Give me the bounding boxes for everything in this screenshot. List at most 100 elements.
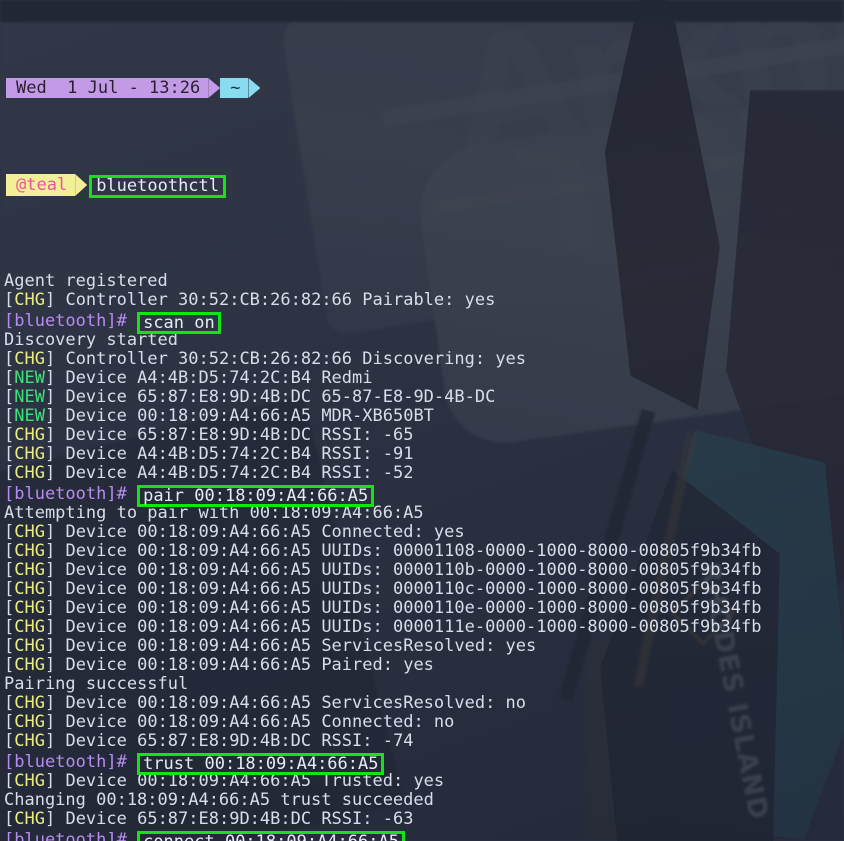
output-line: Attempting to pair with 00:18:09:A4:66:A…: [4, 504, 844, 523]
bracket-close: ]: [44, 368, 66, 388]
output-line-new: [NEW] Device A4:4B:D5:74:2C:B4 Redmi: [4, 369, 844, 388]
event-tag: CHG: [14, 444, 45, 464]
prompt-path-arrow-icon: [248, 78, 261, 98]
event-tag: CHG: [14, 693, 45, 713]
bracket-close: ]: [44, 731, 66, 751]
event-tag: CHG: [14, 522, 45, 542]
bracket-close: ]: [44, 463, 66, 483]
highlighted-command[interactable]: trust 00:18:09:A4:66:A5: [137, 753, 385, 775]
output-line-chg: [CHG] Device 00:18:09:A4:66:A5 UUIDs: 00…: [4, 542, 844, 561]
terminal-content[interactable]: Wed 1 Jul - 13:26 ~ @teal bluetoothctl A…: [0, 0, 844, 841]
prompt-user-arrow-icon: [75, 174, 88, 196]
prompt-datetime-segment: Wed 1 Jul - 13:26: [6, 78, 209, 98]
output-line-chg: [CHG] Controller 30:52:CB:26:82:66 Paira…: [4, 291, 844, 310]
bracket-close: ]: [44, 617, 66, 637]
terminal-output: Agent registered [CHG] Controller 30:52:C…: [4, 272, 844, 841]
prompt-path-segment: ~: [220, 78, 249, 98]
bluetoothctl-prompt: [bluetooth]#: [4, 752, 127, 772]
bracket-open: [: [4, 560, 15, 580]
output-text: Pairing successful: [4, 674, 189, 694]
output-text: Device 65:87:E8:9D:4B:DC RSSI: -74: [65, 731, 414, 751]
bracket-open: [: [4, 425, 15, 445]
event-tag: CHG: [14, 655, 45, 675]
command-text: scan on: [143, 313, 215, 333]
event-tag: CHG: [14, 809, 45, 829]
output-line-chg: [CHG] Device 00:18:09:A4:66:A5 UUIDs: 00…: [4, 580, 844, 599]
bracket-open: [: [4, 406, 15, 426]
command-line: [bluetooth]# connect 00:18:09:A4:66:A5: [4, 829, 844, 841]
output-text: Controller 30:52:CB:26:82:66 Pairable: y…: [65, 290, 496, 310]
bracket-close: ]: [44, 425, 66, 445]
command-text: connect 00:18:09:A4:66:A5: [143, 832, 399, 841]
bracket-open: [: [4, 463, 15, 483]
output-line-chg: [CHG] Device 00:18:09:A4:66:A5 Connected…: [4, 523, 844, 542]
event-tag: CHG: [14, 712, 45, 732]
event-tag: CHG: [14, 598, 45, 618]
event-tag: CHG: [14, 541, 45, 561]
powerline-prompt-row-1: Wed 1 Jul - 13:26 ~: [6, 78, 844, 98]
bracket-open: [: [4, 290, 15, 310]
event-tag: NEW: [14, 406, 45, 426]
command-text: bluetoothctl: [96, 175, 220, 196]
output-line-chg: [CHG] Device 00:18:09:A4:66:A5 ServicesR…: [4, 637, 844, 656]
output-text: Device A4:4B:D5:74:2C:B4 Redmi: [65, 368, 373, 388]
command-line: [bluetooth]# trust 00:18:09:A4:66:A5: [4, 751, 844, 775]
event-tag: CHG: [14, 560, 45, 580]
output-text: Changing 00:18:09:A4:66:A5 trust succeed…: [4, 790, 434, 810]
output-text: Device 65:87:E8:9D:4B:DC RSSI: -65: [65, 425, 414, 445]
bracket-open: [: [4, 712, 15, 732]
output-line-new: [NEW] Device 65:87:E8:9D:4B:DC 65-87-E8-…: [4, 388, 844, 407]
output-line-chg: [CHG] Device 00:18:09:A4:66:A5 UUIDs: 00…: [4, 618, 844, 637]
bluetoothctl-prompt: [bluetooth]#: [4, 830, 127, 841]
bracket-open: [: [4, 541, 15, 561]
event-tag: NEW: [14, 387, 45, 407]
event-tag: CHG: [14, 636, 45, 656]
bracket-open: [: [4, 349, 15, 369]
bracket-open: [: [4, 771, 15, 791]
output-line-chg: [CHG] Device 65:87:E8:9D:4B:DC RSSI: -63: [4, 810, 844, 829]
bracket-close: ]: [44, 693, 66, 713]
highlighted-command[interactable]: connect 00:18:09:A4:66:A5: [137, 831, 405, 841]
event-tag: CHG: [14, 579, 45, 599]
bracket-close: ]: [44, 387, 66, 407]
output-text: Device 00:18:09:A4:66:A5 UUIDs: 00001108…: [65, 541, 762, 561]
bracket-close: ]: [44, 349, 66, 369]
event-tag: CHG: [14, 463, 45, 483]
output-line-chg: [CHG] Device 00:18:09:A4:66:A5 Paired: y…: [4, 656, 844, 675]
output-text: Device 00:18:09:A4:66:A5 UUIDs: 0000110b…: [65, 560, 762, 580]
output-text: Device 00:18:09:A4:66:A5 UUIDs: 0000111e…: [65, 617, 762, 637]
output-text: Device 00:18:09:A4:66:A5 Paired: yes: [65, 655, 434, 675]
bracket-open: [: [4, 655, 15, 675]
output-line-chg: [CHG] Device 00:18:09:A4:66:A5 UUIDs: 00…: [4, 599, 844, 618]
event-tag: CHG: [14, 771, 45, 791]
bracket-close: ]: [44, 771, 66, 791]
command-line: [bluetooth]# scan on: [4, 310, 844, 334]
event-tag: CHG: [14, 425, 45, 445]
bracket-close: ]: [44, 560, 66, 580]
bracket-open: [: [4, 731, 15, 751]
output-text: Device 00:18:09:A4:66:A5 UUIDs: 0000110c…: [65, 579, 762, 599]
highlighted-command[interactable]: scan on: [137, 312, 221, 334]
highlighted-command-bluetoothctl[interactable]: bluetoothctl: [89, 174, 227, 198]
output-line: Discovery started: [4, 331, 844, 350]
output-text: Device 00:18:09:A4:66:A5 ServicesResolve…: [65, 636, 537, 656]
powerline-prompt-row-2: @teal bluetoothctl: [6, 174, 844, 198]
terminal-window: Arknig TO7 RHODES ISLAND Wed 1 Jul - 13:…: [0, 0, 844, 841]
output-text: Device 00:18:09:A4:66:A5 ServicesResolve…: [65, 693, 527, 713]
bracket-open: [: [4, 522, 15, 542]
event-tag: CHG: [14, 731, 45, 751]
event-tag: CHG: [14, 290, 45, 310]
output-text: Device 00:18:09:A4:66:A5 Connected: no: [65, 712, 455, 732]
bracket-close: ]: [44, 712, 66, 732]
output-line-chg: [CHG] Device 65:87:E8:9D:4B:DC RSSI: -65: [4, 426, 844, 445]
highlighted-command[interactable]: pair 00:18:09:A4:66:A5: [137, 485, 375, 507]
bracket-open: [: [4, 387, 15, 407]
bracket-close: ]: [44, 598, 66, 618]
output-text: Device 65:87:E8:9D:4B:DC RSSI: -63: [65, 809, 414, 829]
bracket-close: ]: [44, 522, 66, 542]
bracket-open: [: [4, 693, 15, 713]
output-line-chg: [CHG] Device A4:4B:D5:74:2C:B4 RSSI: -91: [4, 445, 844, 464]
bracket-close: ]: [44, 579, 66, 599]
output-text: Controller 30:52:CB:26:82:66 Discovering…: [65, 349, 527, 369]
output-line: Agent registered: [4, 272, 844, 291]
